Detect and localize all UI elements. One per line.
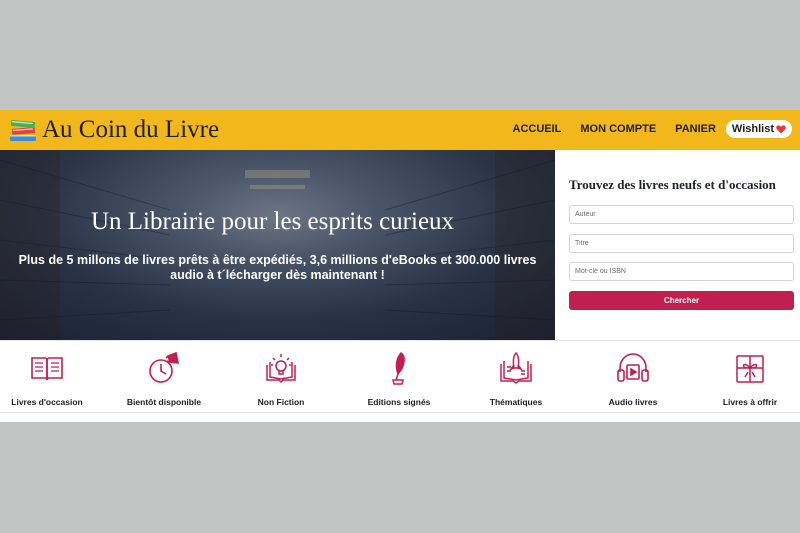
- category-label: Thématiques: [489, 397, 543, 407]
- category-label: Livres à offrir: [722, 397, 778, 407]
- hero-subtitle: Plus de 5 millons de livres prêts à être…: [18, 253, 537, 282]
- category-non-fiction[interactable]: Non Fiction: [226, 341, 336, 414]
- hero-banner: Un Librairie pour les esprits curieux Pl…: [0, 150, 555, 340]
- author-input[interactable]: [569, 205, 794, 224]
- library-background-image: [0, 150, 555, 340]
- search-panel: Trouvez des livres neufs et d'occasion: [555, 150, 800, 340]
- category-label: Non Fiction: [257, 397, 305, 407]
- hero-title: Un Librairie pour les esprits curieux: [90, 208, 455, 235]
- rocket-book-icon: [500, 351, 532, 384]
- title-input[interactable]: [569, 234, 794, 253]
- category-editions-signes[interactable]: Editions signés: [344, 341, 454, 414]
- nav-mon-compte[interactable]: MON COMPTE: [580, 123, 656, 135]
- heart-icon: [776, 124, 786, 133]
- headphones-icon: [617, 353, 649, 382]
- keyword-isbn-input[interactable]: [569, 262, 794, 281]
- lightbulb-book-icon: [266, 354, 296, 384]
- category-label: Audio livres: [608, 397, 658, 407]
- category-thematiques[interactable]: Thématiques: [461, 341, 571, 414]
- category-livres-a-offrir[interactable]: Livres à offrir: [695, 341, 800, 414]
- category-label: Livres d'occasion: [11, 397, 83, 407]
- books-stack-icon: [10, 120, 36, 141]
- category-audio-livres[interactable]: Audio livres: [578, 341, 688, 414]
- page: Au Coin du Livre ACCUEIL MON COMPTE PANI…: [0, 110, 800, 422]
- wishlist-label: Wishlist: [731, 123, 774, 135]
- category-label: Editions signés: [367, 397, 431, 407]
- clock-megaphone-icon: [149, 351, 180, 383]
- gift-book-icon: [736, 355, 764, 383]
- main-nav: ACCUEIL MON COMPTE PANIER Wishlist: [494, 120, 792, 138]
- logo-text: Au Coin du Livre: [42, 116, 220, 143]
- categories-bar: Livres d'occasion Bientôt disponible Non…: [0, 340, 800, 413]
- category-livres-occasion[interactable]: Livres d'occasion: [0, 341, 102, 414]
- search-title: Trouvez des livres neufs et d'occasion: [569, 177, 776, 192]
- open-book-icon: [31, 357, 63, 381]
- site-header: Au Coin du Livre ACCUEIL MON COMPTE PANI…: [0, 110, 800, 150]
- category-bientot-disponible[interactable]: Bientôt disponible: [109, 341, 219, 414]
- search-button[interactable]: Chercher: [569, 291, 794, 310]
- quill-ink-icon: [392, 352, 405, 385]
- category-label: Bientôt disponible: [126, 397, 202, 407]
- logo[interactable]: Au Coin du Livre: [8, 117, 219, 143]
- wishlist-button[interactable]: Wishlist: [725, 120, 792, 138]
- nav-panier[interactable]: PANIER: [675, 123, 716, 135]
- nav-accueil[interactable]: ACCUEIL: [513, 123, 562, 135]
